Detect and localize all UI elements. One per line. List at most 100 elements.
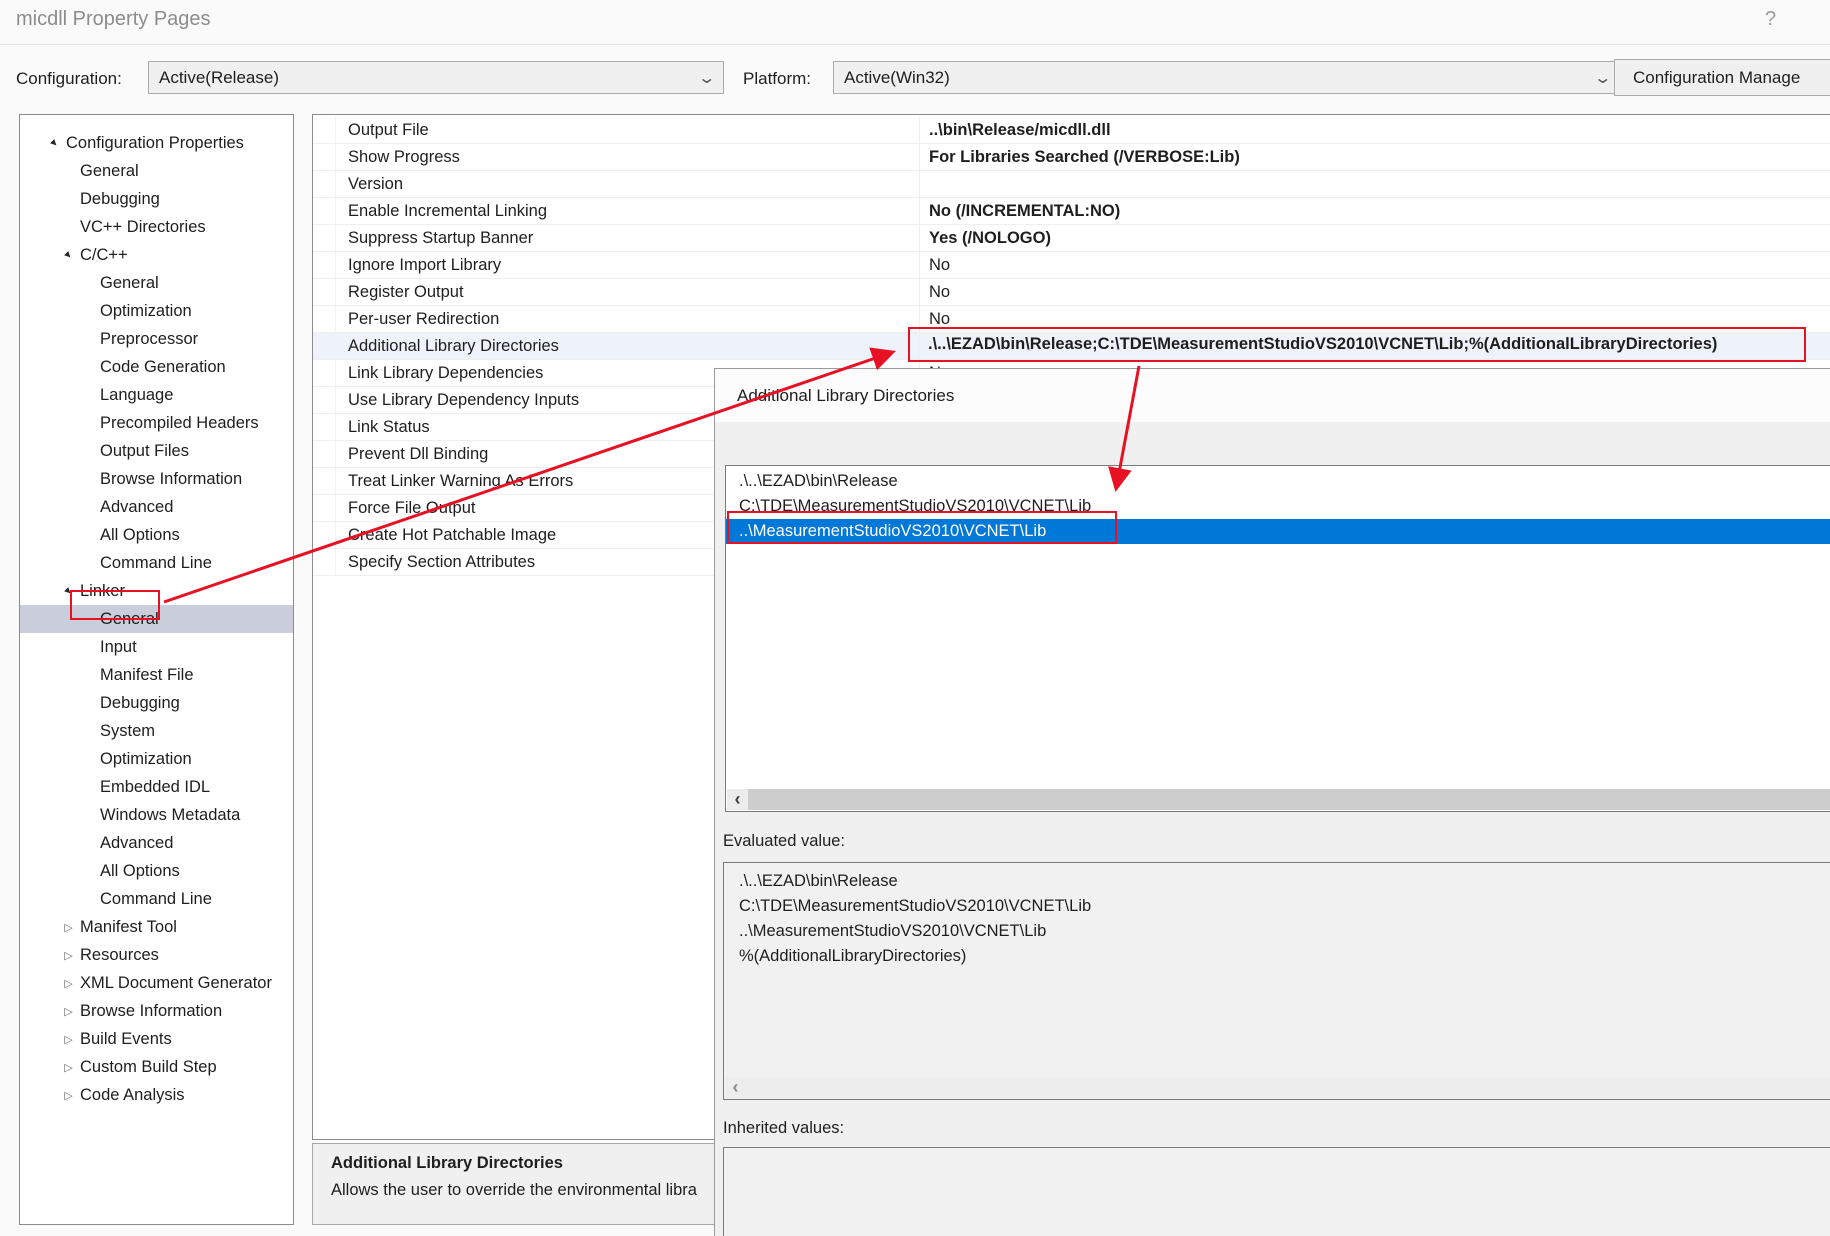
directories-listbox: .\..\EZAD\bin\ReleaseC:\TDE\MeasurementS… [725,465,1830,812]
tree-item[interactable]: Advanced [20,829,293,857]
tree-item[interactable]: Windows Metadata [20,801,293,829]
row-gutter [313,495,336,521]
scrollbar-thumb [746,1077,1830,1098]
tree-expander-icon[interactable]: ▷ [61,977,76,990]
property-value[interactable]: Yes (/NOLOGO) [919,225,1830,251]
row-gutter [313,441,336,467]
tree-item[interactable]: General [20,157,293,185]
property-row[interactable]: Per-user Redirection No [313,306,1830,333]
tree-item[interactable]: ▷ Manifest Tool [20,913,293,941]
tree-item[interactable]: ▷ Code Analysis [20,1081,293,1109]
tree-item[interactable]: ▷ Build Events [20,1025,293,1053]
tree-expander-icon[interactable]: ▼ [45,134,63,152]
tree-item[interactable]: Advanced [20,493,293,521]
tree-item[interactable]: Command Line [20,549,293,577]
horizontal-scrollbar[interactable]: ‹ [725,1077,1830,1098]
tree-item[interactable]: ▼ Configuration Properties [20,129,293,157]
tree-item[interactable]: VC++ Directories [20,213,293,241]
scrollbar-thumb[interactable] [748,789,1830,810]
tree-expander-icon[interactable]: ▷ [61,1005,76,1018]
tree-item[interactable]: General [20,605,293,633]
tree-expander-icon[interactable]: ▷ [61,1089,76,1102]
tree-item-label: Browse Information [80,1002,222,1021]
tree-item-label: C/C++ [80,246,128,265]
horizontal-scrollbar[interactable]: ‹ [727,789,1830,810]
row-gutter [313,387,336,413]
tree-item[interactable]: ▷ Browse Information [20,997,293,1025]
tree-item[interactable]: Debugging [20,185,293,213]
property-value[interactable]: No (/INCREMENTAL:NO) [919,198,1830,224]
tree-item[interactable]: All Options [20,857,293,885]
tree-expander-icon[interactable]: ▷ [61,921,76,934]
additional-library-directories-popup: Additional Library Directories .\..\EZAD… [714,368,1830,1236]
property-value[interactable]: No [919,306,1830,332]
tree-expander-icon[interactable]: ▷ [61,949,76,962]
property-value[interactable]: ..\bin\Release/micdll.dll [919,117,1830,143]
property-value[interactable]: No [919,279,1830,305]
configuration-manager-button[interactable]: Configuration Manage [1614,59,1830,96]
scroll-left-arrow-icon[interactable]: ‹ [727,789,748,810]
tree-item-label: Code Generation [100,358,226,377]
tree-item[interactable]: ▷ Resources [20,941,293,969]
tree-item[interactable]: Browse Information [20,465,293,493]
property-value[interactable] [919,171,1830,197]
popup-titlebar[interactable]: Additional Library Directories [715,369,1830,422]
tree-item[interactable]: ▼ Linker [20,577,293,605]
configuration-dropdown-value: Active(Release) [159,68,692,88]
property-row[interactable]: Suppress Startup Banner Yes (/NOLOGO) [313,225,1830,252]
tree-item[interactable]: ▼ C/C++ [20,241,293,269]
property-row[interactable]: Show Progress For Libraries Searched (/V… [313,144,1830,171]
tree-item[interactable]: Command Line [20,885,293,913]
tree-item[interactable]: Preprocessor [20,325,293,353]
property-value[interactable]: For Libraries Searched (/VERBOSE:Lib) [919,144,1830,170]
tree-item-label: Debugging [100,694,180,713]
additional-library-directories-value[interactable]: .\..\EZAD\bin\Release;C:\TDE\Measurement… [928,330,1798,359]
row-gutter [313,171,336,197]
tree-item[interactable]: Embedded IDL [20,773,293,801]
tree-item-label: Advanced [100,498,173,517]
tree-item[interactable]: Precompiled Headers [20,409,293,437]
property-row[interactable]: Register Output No [313,279,1830,306]
property-name: Enable Incremental Linking [336,198,919,224]
inherited-values-label: Inherited values: [723,1119,844,1138]
tree-item-label: Manifest File [100,666,194,685]
tree-expander-icon[interactable]: ▷ [61,1061,76,1074]
tree-item[interactable]: System [20,717,293,745]
property-row[interactable]: Output File ..\bin\Release/micdll.dll [313,117,1830,144]
property-name: Additional Library Directories [336,333,919,359]
tree-item[interactable]: Output Files [20,437,293,465]
configuration-dropdown[interactable]: Active(Release) ⌄ [148,61,724,94]
tree-item[interactable]: Code Generation [20,353,293,381]
tree-item[interactable]: General [20,269,293,297]
property-row[interactable]: Enable Incremental Linking No (/INCREMEN… [313,198,1830,225]
tree-item[interactable]: Optimization [20,297,293,325]
property-row[interactable]: Version [313,171,1830,198]
tree-expander-icon[interactable]: ▷ [61,1033,76,1046]
tree-item[interactable]: ▷ Custom Build Step [20,1053,293,1081]
tree-item-label: Command Line [100,890,212,909]
row-gutter [313,549,336,575]
tree-item[interactable]: Debugging [20,689,293,717]
tree-item[interactable]: ▷ XML Document Generator [20,969,293,997]
help-icon[interactable]: ? [1765,8,1776,31]
tree-item[interactable]: Manifest File [20,661,293,689]
tree-item[interactable]: Language [20,381,293,409]
platform-dropdown[interactable]: Active(Win32) ⌄ [833,61,1620,94]
tree-item-label: Optimization [100,302,192,321]
property-value[interactable]: No [919,252,1830,278]
directory-list-item[interactable]: C:\TDE\MeasurementStudioVS2010\VCNET\Lib [726,494,1830,519]
tree-item[interactable]: Input [20,633,293,661]
tree-expander-icon[interactable]: ▼ [59,582,77,600]
property-pages-dialog: micdll Property Pages ? Configuration: A… [0,0,1830,1236]
tree-item-label: Custom Build Step [80,1058,217,1077]
tree-item[interactable]: All Options [20,521,293,549]
directory-list-item[interactable]: .\..\EZAD\bin\Release [726,469,1830,494]
tree-item-label: General [80,162,139,181]
tree-item-label: Linker [80,582,125,601]
tree-item[interactable]: Optimization [20,745,293,773]
directory-list-item[interactable]: ..\MeasurementStudioVS2010\VCNET\Lib [726,519,1830,544]
scroll-left-arrow-icon[interactable]: ‹ [725,1077,746,1098]
inherited-values-box[interactable] [723,1147,1830,1236]
tree-expander-icon[interactable]: ▼ [59,246,77,264]
property-row[interactable]: Ignore Import Library No [313,252,1830,279]
